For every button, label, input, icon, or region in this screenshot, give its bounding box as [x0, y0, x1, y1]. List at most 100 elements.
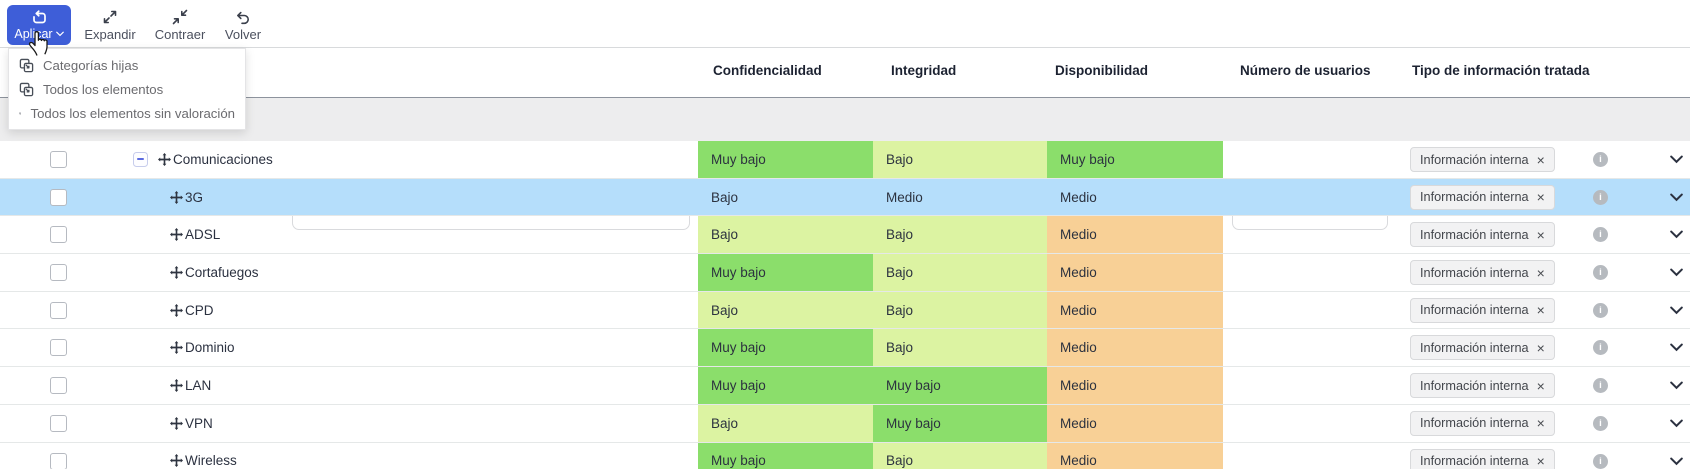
usuarios-cell[interactable]	[1223, 405, 1398, 442]
collapse-button[interactable]: Contraer	[151, 5, 209, 45]
row-chevron-down-icon[interactable]	[1670, 306, 1683, 315]
confidencialidad-cell[interactable]: Muy bajo	[698, 141, 873, 178]
integridad-cell[interactable]: Muy bajo	[873, 405, 1047, 442]
usuarios-cell[interactable]	[1223, 216, 1398, 253]
usuarios-cell[interactable]	[1223, 329, 1398, 366]
tag-remove-icon[interactable]: ×	[1537, 454, 1545, 468]
integridad-cell[interactable]: Muy bajo	[873, 367, 1047, 404]
info-icon[interactable]: i	[1593, 190, 1608, 205]
confidencialidad-cell[interactable]: Bajo	[698, 405, 873, 442]
move-icon[interactable]	[170, 228, 183, 241]
disponibilidad-cell[interactable]: Medio	[1047, 367, 1223, 404]
table-row[interactable]: Wireless Muy bajo Bajo Medio Información…	[0, 443, 1690, 469]
row-checkbox[interactable]	[50, 415, 67, 432]
disponibilidad-cell[interactable]: Medio	[1047, 254, 1223, 291]
row-chevron-down-icon[interactable]	[1670, 457, 1683, 466]
apply-menu-item[interactable]: Todos los elementos	[9, 77, 245, 101]
move-icon[interactable]	[170, 454, 183, 467]
integridad-cell[interactable]: Bajo	[873, 216, 1047, 253]
confidencialidad-cell[interactable]: Muy bajo	[698, 254, 873, 291]
row-checkbox[interactable]	[50, 151, 67, 168]
usuarios-cell[interactable]	[1223, 141, 1398, 178]
confidencialidad-cell[interactable]: Muy bajo	[698, 443, 873, 469]
row-chevron-down-icon[interactable]	[1670, 155, 1683, 164]
usuarios-cell[interactable]	[1223, 443, 1398, 469]
info-icon[interactable]: i	[1593, 227, 1608, 242]
info-icon[interactable]: i	[1593, 340, 1608, 355]
table-row[interactable]: LAN Muy bajo Muy bajo Medio Información …	[0, 367, 1690, 405]
row-checkbox[interactable]	[50, 339, 67, 356]
table-row[interactable]: CPD Bajo Bajo Medio Información interna …	[0, 292, 1690, 330]
integridad-cell[interactable]: Bajo	[873, 254, 1047, 291]
info-icon[interactable]: i	[1593, 454, 1608, 469]
tag-remove-icon[interactable]: ×	[1537, 341, 1545, 355]
apply-button[interactable]: Aplicar	[7, 5, 71, 45]
apply-menu-item[interactable]: Todos los elementos sin valoración	[9, 101, 245, 125]
usuarios-cell[interactable]	[1223, 292, 1398, 329]
disponibilidad-cell[interactable]: Muy bajo	[1047, 141, 1223, 178]
tag-remove-icon[interactable]: ×	[1537, 416, 1545, 430]
disponibilidad-cell[interactable]: Medio	[1047, 292, 1223, 329]
table-row[interactable]: Comunicaciones Muy bajo Bajo Muy bajo In…	[0, 141, 1690, 179]
confidencialidad-cell[interactable]: Bajo	[698, 179, 873, 216]
usuarios-cell[interactable]	[1223, 179, 1398, 216]
tag-remove-icon[interactable]: ×	[1537, 303, 1545, 317]
row-chevron-down-icon[interactable]	[1670, 230, 1683, 239]
table-row[interactable]: ADSL Bajo Bajo Medio Información interna…	[0, 216, 1690, 254]
tag-remove-icon[interactable]: ×	[1537, 228, 1545, 242]
confidencialidad-cell[interactable]: Bajo	[698, 292, 873, 329]
tag-remove-icon[interactable]: ×	[1537, 153, 1545, 167]
table-row[interactable]: Dominio Muy bajo Bajo Medio Información …	[0, 329, 1690, 367]
row-checkbox[interactable]	[50, 264, 67, 281]
confidencialidad-cell[interactable]: Muy bajo	[698, 367, 873, 404]
expand-button[interactable]: Expandir	[82, 5, 138, 45]
row-checkbox[interactable]	[50, 302, 67, 319]
usuarios-cell[interactable]	[1223, 254, 1398, 291]
move-icon[interactable]	[170, 266, 183, 279]
info-icon[interactable]: i	[1593, 416, 1608, 431]
info-icon[interactable]: i	[1593, 265, 1608, 280]
tag-remove-icon[interactable]: ×	[1537, 266, 1545, 280]
info-icon[interactable]: i	[1593, 378, 1608, 393]
table-row[interactable]: VPN Bajo Muy bajo Medio Información inte…	[0, 405, 1690, 443]
tag-remove-icon[interactable]: ×	[1537, 190, 1545, 204]
table-row[interactable]: 3G Bajo Medio Medio Información interna …	[0, 179, 1690, 217]
info-icon[interactable]: i	[1593, 152, 1608, 167]
integridad-cell[interactable]: Bajo	[873, 292, 1047, 329]
row-checkbox[interactable]	[50, 189, 67, 206]
info-icon[interactable]: i	[1593, 303, 1608, 318]
confidencialidad-cell[interactable]: Bajo	[698, 216, 873, 253]
integridad-cell[interactable]: Bajo	[873, 443, 1047, 469]
tag-remove-icon[interactable]: ×	[1537, 379, 1545, 393]
table-row[interactable]: Cortafuegos Muy bajo Bajo Medio Informac…	[0, 254, 1690, 292]
collapse-toggle-button[interactable]	[133, 152, 148, 167]
disponibilidad-cell[interactable]: Medio	[1047, 329, 1223, 366]
row-checkbox[interactable]	[50, 226, 67, 243]
usuarios-cell[interactable]	[1223, 367, 1398, 404]
move-icon[interactable]	[170, 191, 183, 204]
integridad-cell[interactable]: Bajo	[873, 329, 1047, 366]
row-chevron-down-icon[interactable]	[1670, 343, 1683, 352]
row-chevron-down-icon[interactable]	[1670, 419, 1683, 428]
confidencialidad-cell[interactable]: Muy bajo	[698, 329, 873, 366]
row-chevron-down-icon[interactable]	[1670, 268, 1683, 277]
back-button[interactable]: Volver	[221, 5, 265, 45]
apply-menu-item-label: Todos los elementos	[43, 82, 163, 97]
disponibilidad-cell[interactable]: Medio	[1047, 179, 1223, 216]
apply-menu-item[interactable]: Categorías hijas	[9, 53, 245, 77]
row-checkbox[interactable]	[50, 453, 67, 469]
integridad-cell[interactable]: Bajo	[873, 141, 1047, 178]
move-icon[interactable]	[170, 304, 183, 317]
row-chevron-down-icon[interactable]	[1670, 381, 1683, 390]
back-button-label: Volver	[225, 28, 261, 41]
integridad-cell[interactable]: Medio	[873, 179, 1047, 216]
move-icon[interactable]	[170, 379, 183, 392]
row-chevron-down-icon[interactable]	[1670, 193, 1683, 202]
move-icon[interactable]	[170, 417, 183, 430]
row-checkbox[interactable]	[50, 377, 67, 394]
move-icon[interactable]	[158, 153, 171, 166]
disponibilidad-cell[interactable]: Medio	[1047, 443, 1223, 469]
disponibilidad-cell[interactable]: Medio	[1047, 216, 1223, 253]
move-icon[interactable]	[170, 341, 183, 354]
disponibilidad-cell[interactable]: Medio	[1047, 405, 1223, 442]
